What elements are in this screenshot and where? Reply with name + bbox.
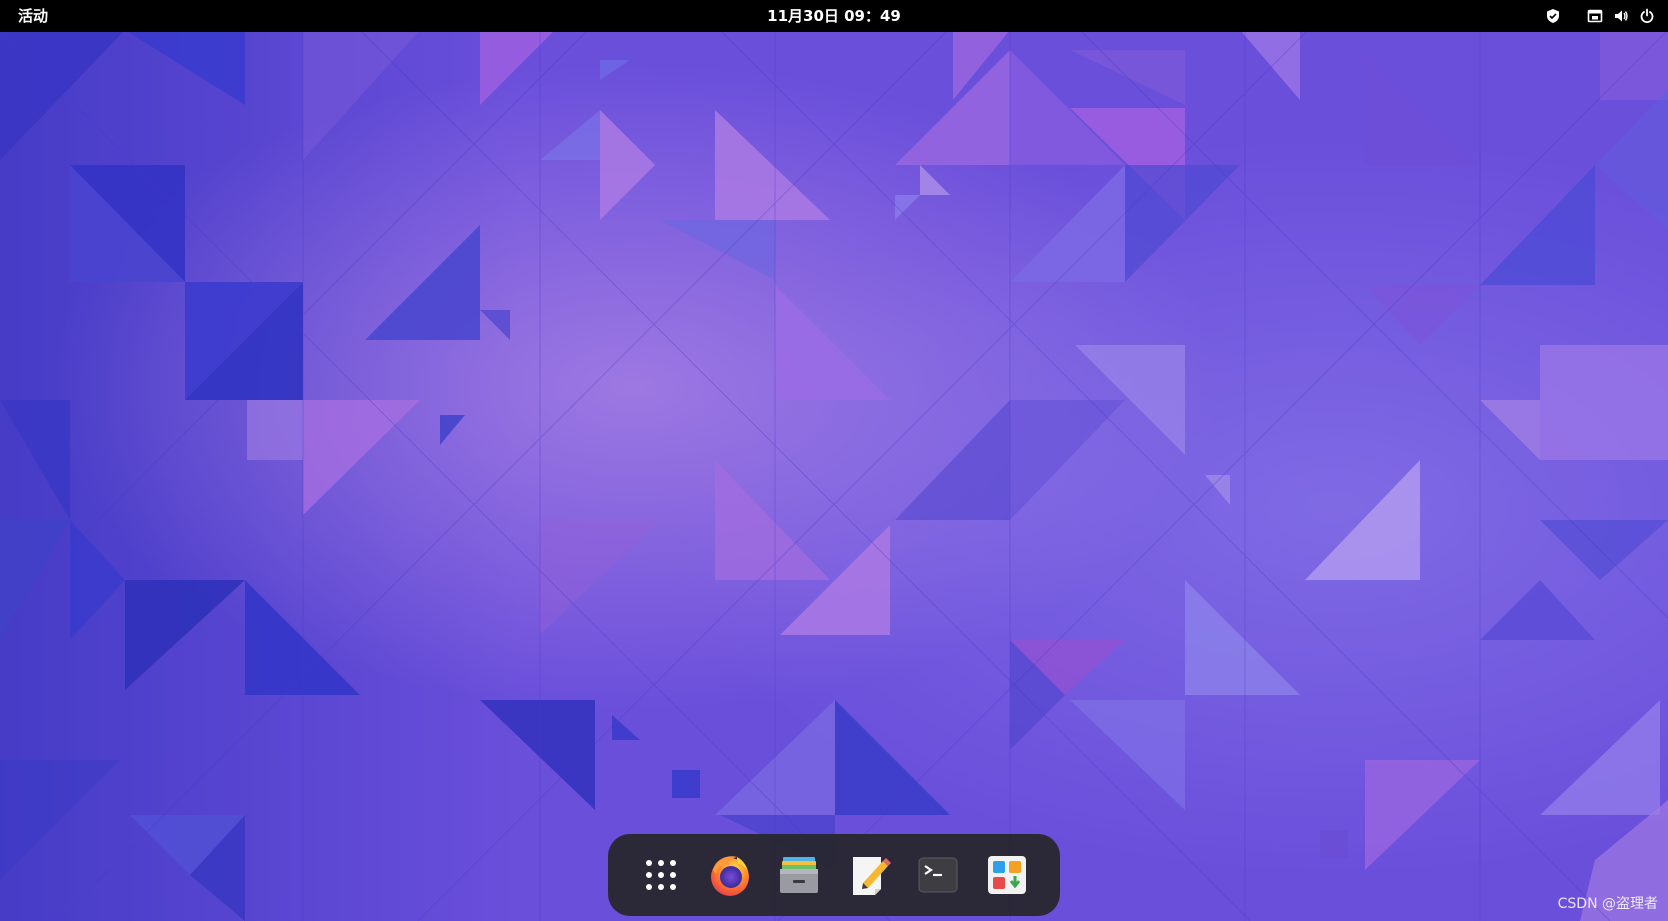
top-bar: 活动 11月30日 09：49 [0,0,1668,32]
dock [608,834,1060,916]
wallpaper-triangles [0,0,1668,921]
files-launcher[interactable] [771,847,827,903]
show-apps-button[interactable] [633,847,689,903]
network-icon[interactable] [1582,0,1608,32]
software-center-icon [988,856,1027,894]
power-icon[interactable] [1634,0,1660,32]
terminal-launcher[interactable] [910,847,966,903]
file-manager-icon [780,857,819,893]
firefox-icon [710,856,749,896]
shield-icon[interactable] [1540,0,1566,32]
firefox-launcher[interactable] [702,847,758,903]
date-time-button[interactable]: 11月30日 09：49 [767,7,901,25]
desktop: 活动 11月30日 09：49 CSDN @盗理者 [0,0,1668,921]
text-editor-launcher[interactable] [841,847,897,903]
app-grid-icon [645,860,676,890]
text-editor-icon [852,857,891,895]
system-tray [1540,0,1660,32]
software-launcher[interactable] [979,847,1035,903]
watermark: CSDN @盗理者 [1557,896,1658,912]
clock-area: 11月30日 09：49 [0,0,1668,32]
terminal-icon [918,857,958,893]
activities-button[interactable]: 活动 [18,0,48,32]
volume-icon[interactable] [1608,0,1634,32]
